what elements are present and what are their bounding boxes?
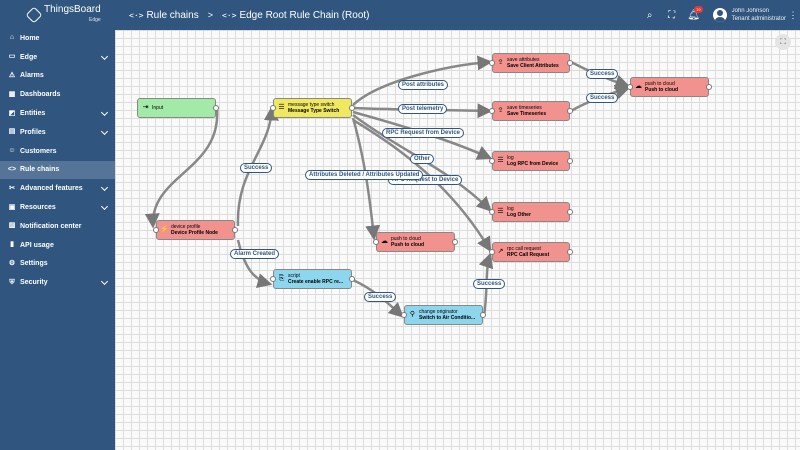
input-port[interactable]	[489, 108, 495, 114]
rule-node-save-attributes[interactable]: ⇪ save attributes Save Client Attributes	[489, 53, 573, 73]
input-port[interactable]	[153, 227, 159, 233]
input-port[interactable]	[401, 312, 407, 318]
output-port[interactable]	[706, 84, 712, 90]
rule-node-script[interactable]: ⎘ script Create enable RPC re...	[270, 269, 355, 289]
edge-alarm-created	[236, 239, 273, 289]
edge-label-success[interactable]: Success	[586, 93, 619, 103]
upload-icon: ⇪	[497, 107, 504, 114]
output-port[interactable]	[213, 105, 219, 111]
node-title: Input	[152, 105, 164, 111]
rule-node-save-timeseries[interactable]: ⇪ save timeseries Save Timeseries	[489, 101, 573, 121]
cloud-upload-icon: ☁	[381, 238, 388, 245]
edge-label-attributes-updated[interactable]: Attributes Deleted / Attributes Updated	[305, 170, 424, 180]
input-port[interactable]	[489, 60, 495, 66]
input-port[interactable]	[489, 158, 495, 164]
input-port[interactable]	[489, 249, 495, 255]
output-port[interactable]	[349, 105, 355, 111]
cloud-upload-icon: ☁	[635, 83, 642, 90]
output-port[interactable]	[567, 249, 573, 255]
output-port[interactable]	[452, 239, 458, 245]
output-port[interactable]	[567, 209, 573, 215]
lightning-icon: ⚡	[160, 226, 169, 233]
rule-node-log-rpc-from-device[interactable]: ☰ log Log RPC from Device	[489, 151, 573, 171]
edge-input-to-device-profile	[144, 107, 219, 229]
menu-icon: ☰	[497, 208, 504, 215]
rule-chain-connections	[144, 55, 631, 318]
input-port[interactable]	[627, 84, 633, 90]
menu-icon: ☰	[497, 157, 504, 164]
edge-label-post-telemetry[interactable]: Post telemetry	[398, 104, 448, 114]
output-port[interactable]	[567, 60, 573, 66]
rule-node-input[interactable]: ⇥ Input	[137, 98, 219, 118]
rule-node-push-to-cloud[interactable]: ☁ push to cloud Push to cloud	[627, 77, 712, 97]
edge-label-rpc-from-device[interactable]: RPC Request from Device	[382, 128, 465, 138]
transform-icon: ⎘	[278, 275, 285, 282]
call-made-icon: ↗	[497, 248, 504, 255]
node-title: Push to cloud	[645, 87, 679, 93]
node-title: Log RPC from Device	[507, 161, 559, 167]
node-title: Switch to Air Conditio...	[419, 315, 476, 321]
output-port[interactable]	[480, 312, 486, 318]
upload-icon: ⇪	[497, 59, 504, 66]
rule-node-device-profile[interactable]: ⚡ device profile Device Profile Node	[153, 220, 238, 240]
switch-icon: ☰	[278, 104, 285, 111]
edge-label-success[interactable]: Success	[473, 279, 506, 289]
node-title: Push to cloud	[391, 242, 425, 248]
node-title: Message Type Switch	[288, 108, 340, 114]
find-replace-icon: ⚲	[409, 311, 416, 318]
input-port[interactable]	[373, 239, 379, 245]
edge-label-other[interactable]: Other	[410, 154, 435, 164]
edge-label-success[interactable]: Success	[364, 292, 397, 302]
rule-node-message-type-switch[interactable]: ☰ message type switch Message Type Switch	[270, 98, 355, 118]
edge-label-success[interactable]: Success	[240, 163, 273, 173]
rule-node-rpc-call-request[interactable]: ↗ rpc call request RPC Call Request	[489, 242, 573, 262]
input-port[interactable]	[270, 105, 276, 111]
node-title: Log Other	[507, 212, 531, 218]
node-title: Create enable RPC re...	[288, 279, 344, 285]
output-port[interactable]	[232, 227, 238, 233]
edge-label-success[interactable]: Success	[586, 69, 619, 79]
node-title: Save Timeseries	[507, 111, 547, 117]
rule-node-push-to-cloud-2[interactable]: ☁ push to cloud Push to cloud	[373, 232, 458, 252]
output-port[interactable]	[567, 108, 573, 114]
edge-label-post-attributes[interactable]: Post attributes	[398, 80, 449, 90]
edge-label-alarm-created[interactable]: Alarm Created	[230, 249, 280, 259]
node-title: Device Profile Node	[171, 230, 218, 236]
rule-node-log-other[interactable]: ☰ log Log Other	[489, 202, 573, 222]
output-port[interactable]	[349, 276, 355, 282]
output-port[interactable]	[567, 158, 573, 164]
input-port[interactable]	[489, 209, 495, 215]
input-icon: ⇥	[142, 104, 149, 111]
input-port[interactable]	[270, 276, 276, 282]
rule-node-change-originator[interactable]: ⚲ change originator Switch to Air Conditi…	[401, 305, 486, 325]
node-title: Save Client Attributes	[507, 63, 559, 69]
node-title: RPC Call Request	[507, 252, 550, 258]
